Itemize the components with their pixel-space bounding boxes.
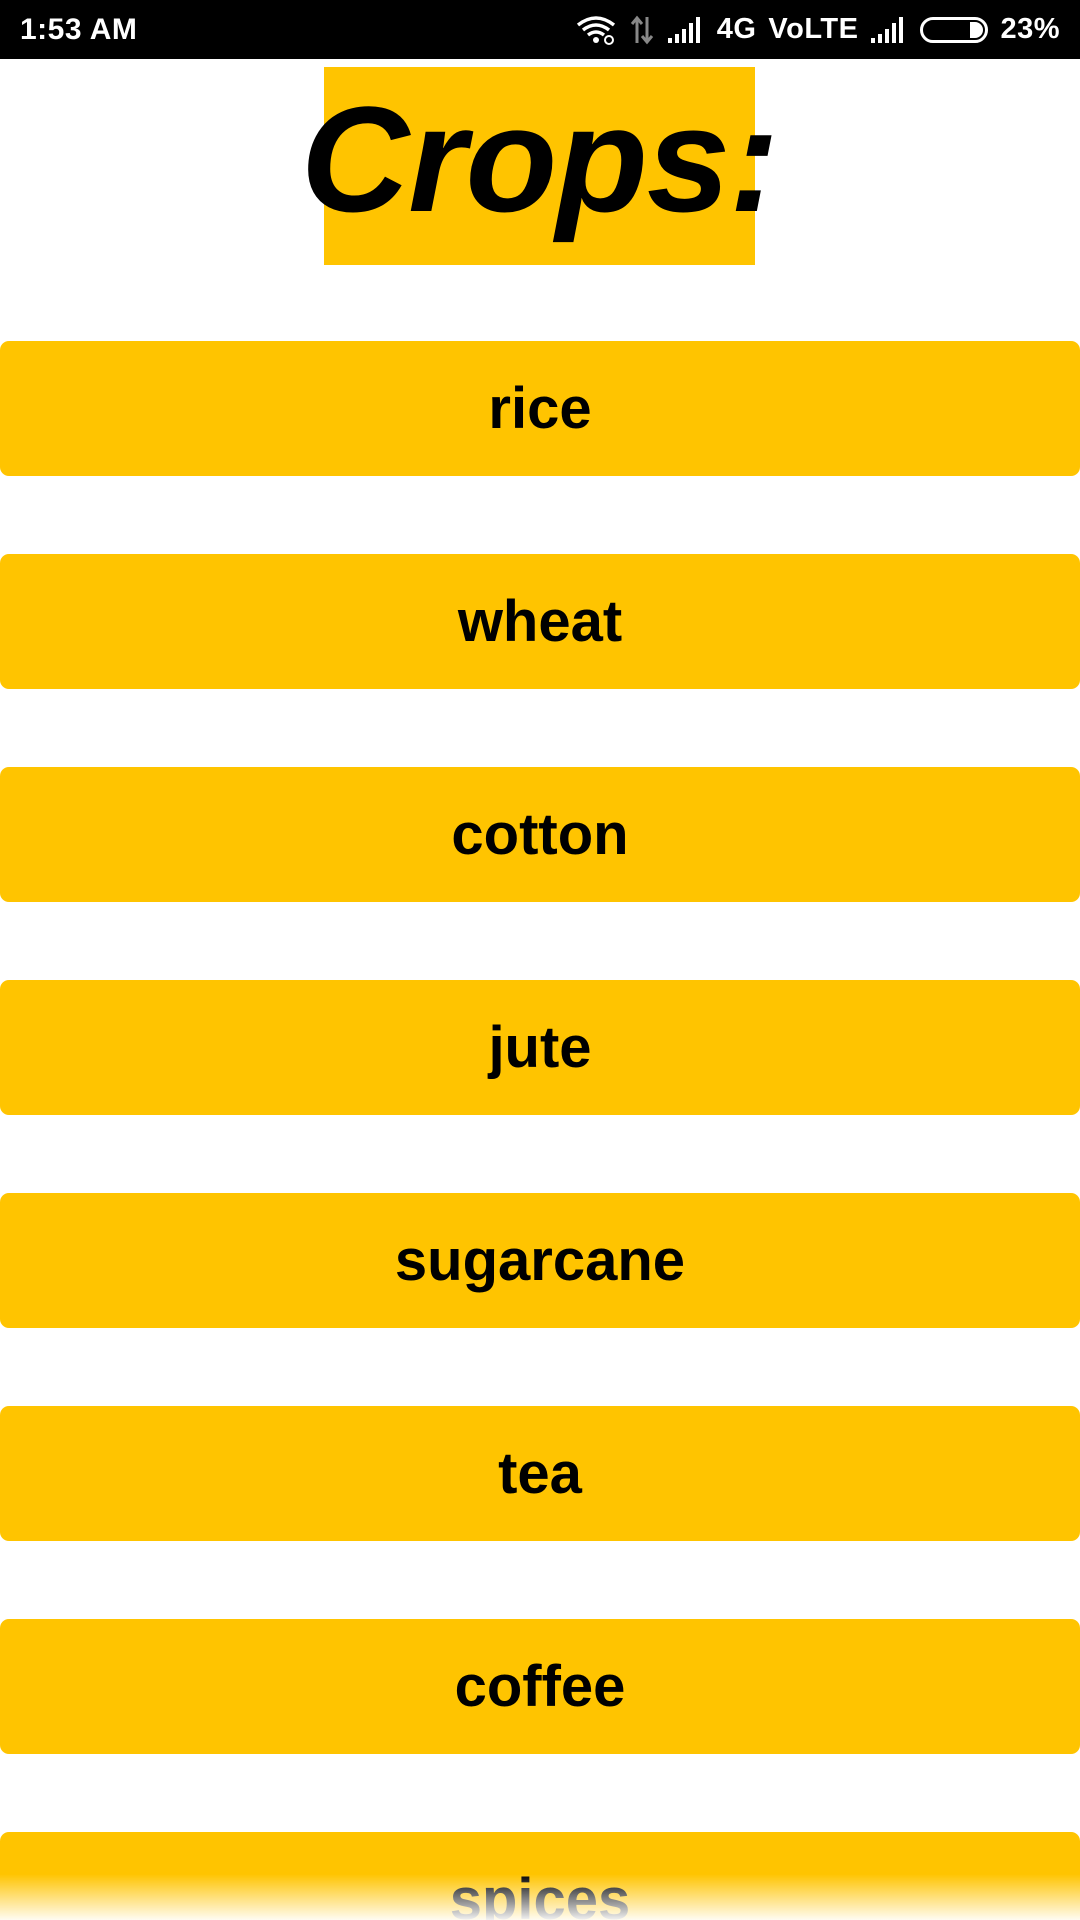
crop-button-wheat[interactable]: wheat: [0, 554, 1080, 689]
crop-button-label: jute: [488, 1014, 592, 1080]
crop-list: rice wheat cotton jute sugarcane tea cof…: [0, 0, 1080, 1920]
crop-button-spices[interactable]: spices: [0, 1832, 1080, 1920]
crop-button-tea[interactable]: tea: [0, 1406, 1080, 1541]
crop-button-jute[interactable]: jute: [0, 980, 1080, 1115]
crop-button-label: tea: [498, 1440, 582, 1506]
crop-button-label: sugarcane: [394, 1227, 686, 1293]
crop-button-label: rice: [488, 375, 592, 441]
crop-button-coffee[interactable]: coffee: [0, 1619, 1080, 1754]
crop-button-label: spices: [449, 1866, 631, 1920]
crop-button-label: wheat: [457, 588, 623, 654]
app-screen: 1:53 AM 4G VoLTE 23% Crops: rice wheat c…: [0, 0, 1080, 1920]
crop-button-cotton[interactable]: cotton: [0, 767, 1080, 902]
crop-button-sugarcane[interactable]: sugarcane: [0, 1193, 1080, 1328]
crop-button-label: cotton: [451, 801, 629, 867]
crop-button-rice[interactable]: rice: [0, 341, 1080, 476]
crop-button-label: coffee: [454, 1653, 626, 1719]
